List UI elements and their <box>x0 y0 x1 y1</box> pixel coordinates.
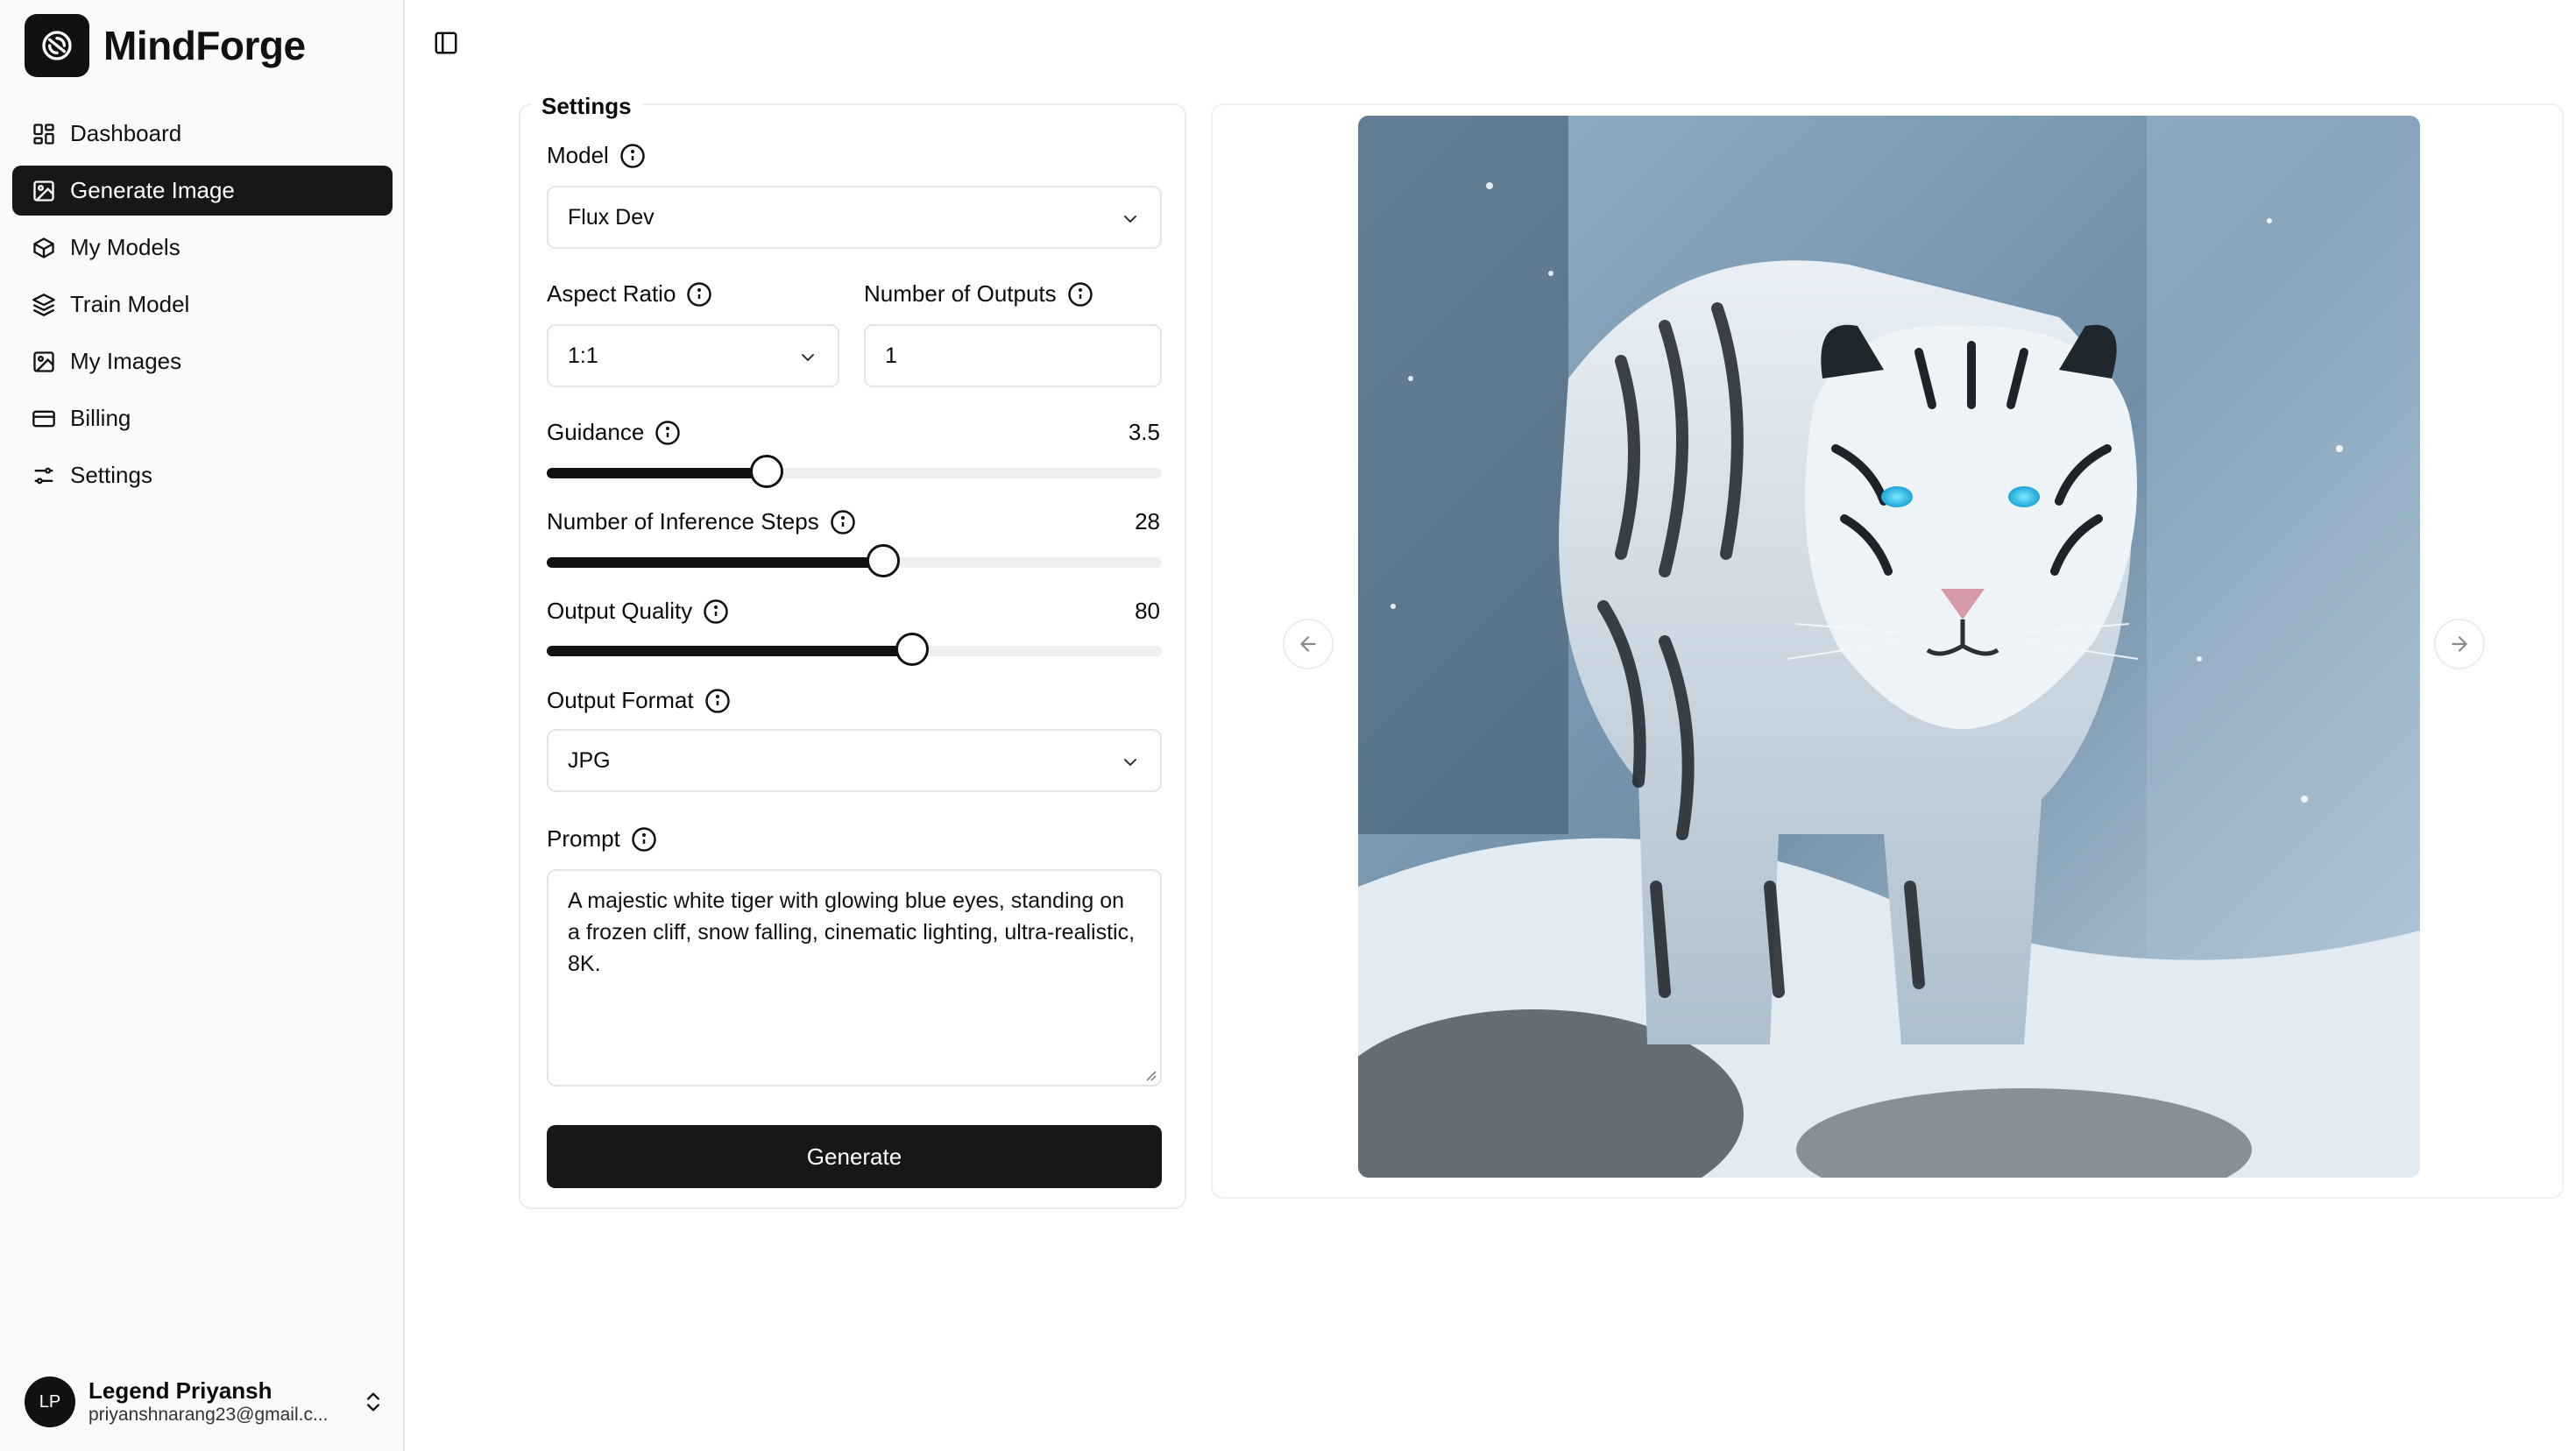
prompt-textarea[interactable]: A majestic white tiger with glowing blue… <box>547 869 1162 1086</box>
prompt-label-text: Prompt <box>547 825 620 852</box>
output-quality-slider[interactable] <box>547 633 1162 666</box>
guidance-slider-thumb[interactable] <box>749 455 783 488</box>
inference-steps-slider[interactable] <box>547 544 1162 577</box>
output-quality-slider-fill <box>547 646 912 656</box>
model-label: Model <box>547 142 646 169</box>
previous-image-button[interactable] <box>1283 619 1334 669</box>
inference-steps-label: Number of Inference Steps <box>547 508 856 535</box>
sidebar-item-label: Dashboard <box>70 120 182 146</box>
model-label-text: Model <box>547 142 609 168</box>
output-quality-label-text: Output Quality <box>547 598 693 624</box>
aspect-ratio-label: Aspect Ratio <box>547 280 712 308</box>
output-format-select[interactable]: JPG <box>547 729 1162 792</box>
user-menu[interactable]: LP Legend Priyansh priyanshnarang23@gmai… <box>25 1374 386 1430</box>
output-quality-slider-thumb[interactable] <box>895 633 929 666</box>
sidebar-item-dashboard[interactable]: Dashboard <box>12 109 393 159</box>
inference-steps-label-text: Number of Inference Steps <box>547 508 819 534</box>
output-quality-label: Output Quality <box>547 598 729 625</box>
prompt-text: A majestic white tiger with glowing blue… <box>568 888 1136 976</box>
guidance-label-text: Guidance <box>547 419 645 445</box>
box-icon <box>33 237 54 258</box>
prompt-label: Prompt <box>547 825 657 853</box>
num-outputs-value: 1 <box>885 343 897 368</box>
arrow-left-icon <box>1300 636 1316 652</box>
guidance-value: 3.5 <box>1128 419 1160 445</box>
sidebar: MindForge Dashboard Generate Image My Mo… <box>0 0 405 1451</box>
arrow-right-icon <box>2452 636 2467 652</box>
white-tiger-image <box>1358 116 2420 1178</box>
info-icon[interactable] <box>619 143 646 169</box>
brand-name: MindForge <box>103 23 306 68</box>
aspect-ratio-select[interactable]: 1:1 <box>547 324 839 387</box>
generated-image <box>1358 116 2420 1178</box>
generate-button[interactable]: Generate <box>547 1125 1162 1188</box>
sidebar-item-my-models[interactable]: My Models <box>12 223 393 273</box>
info-icon[interactable] <box>686 281 712 308</box>
guidance-label: Guidance <box>547 419 681 446</box>
model-value: Flux Dev <box>568 204 655 230</box>
sidebar-item-label: Settings <box>70 462 152 488</box>
inference-steps-slider-fill <box>547 557 883 568</box>
info-icon[interactable] <box>655 420 681 446</box>
avatar: LP <box>25 1377 75 1427</box>
num-outputs-label-text: Number of Outputs <box>864 280 1057 307</box>
next-image-button[interactable] <box>2434 619 2485 669</box>
sidebar-nav: Dashboard Generate Image My Models Train… <box>12 109 393 507</box>
sidebar-item-label: My Images <box>70 348 182 374</box>
sidebar-item-label: Train Model <box>70 291 190 317</box>
dashboard-icon <box>33 123 54 145</box>
layers-icon <box>32 293 55 316</box>
sidebar-item-label: Billing <box>70 405 131 431</box>
settings-title: Settings <box>531 93 642 120</box>
info-icon[interactable] <box>830 509 856 535</box>
chevron-down-icon <box>1124 759 1136 767</box>
output-format-value: JPG <box>568 747 611 773</box>
num-outputs-label: Number of Outputs <box>864 280 1093 308</box>
output-format-label: Output Format <box>547 687 731 714</box>
guidance-slider[interactable] <box>547 455 1162 488</box>
sidebar-item-settings[interactable]: Settings <box>12 450 393 500</box>
inference-steps-value: 28 <box>1135 508 1160 534</box>
image-preview-panel <box>1211 103 2564 1199</box>
brand[interactable]: MindForge <box>25 14 306 77</box>
sidebar-item-generate-image[interactable]: Generate Image <box>12 166 393 216</box>
output-quality-value: 80 <box>1135 598 1160 624</box>
chevron-down-icon <box>1124 216 1136 223</box>
inference-steps-slider-thumb[interactable] <box>866 544 900 577</box>
aspect-ratio-label-text: Aspect Ratio <box>547 280 676 307</box>
credit-card-icon <box>32 410 55 427</box>
sidebar-item-label: Generate Image <box>70 177 235 203</box>
model-select[interactable]: Flux Dev <box>547 186 1162 249</box>
num-outputs-input[interactable]: 1 <box>864 324 1162 387</box>
sidebar-item-label: My Models <box>70 234 180 260</box>
info-icon[interactable] <box>631 826 657 853</box>
info-icon[interactable] <box>704 688 731 714</box>
user-email: priyanshnarang23@gmail.c... <box>88 1405 329 1425</box>
settings-panel: Settings Model Flux Dev Aspect Ratio 1:1… <box>519 93 1186 1209</box>
sliders-icon <box>34 467 53 484</box>
sidebar-item-train-model[interactable]: Train Model <box>12 280 393 329</box>
sidebar-toggle-icon[interactable] <box>433 30 459 56</box>
resize-handle-icon[interactable] <box>1143 1067 1157 1081</box>
chevron-down-icon <box>802 354 814 362</box>
info-icon[interactable] <box>703 598 729 625</box>
user-name: Legend Priyansh <box>88 1377 272 1404</box>
images-icon <box>33 350 54 372</box>
sidebar-item-billing[interactable]: Billing <box>12 393 393 443</box>
info-icon[interactable] <box>1067 281 1093 308</box>
image-icon <box>33 180 54 202</box>
aspect-ratio-value: 1:1 <box>568 343 598 368</box>
chevrons-up-down-icon[interactable] <box>361 1390 386 1414</box>
guidance-slider-fill <box>547 468 767 478</box>
sidebar-item-my-images[interactable]: My Images <box>12 336 393 386</box>
output-format-label-text: Output Format <box>547 687 694 713</box>
mindforge-logo-icon <box>25 14 89 77</box>
